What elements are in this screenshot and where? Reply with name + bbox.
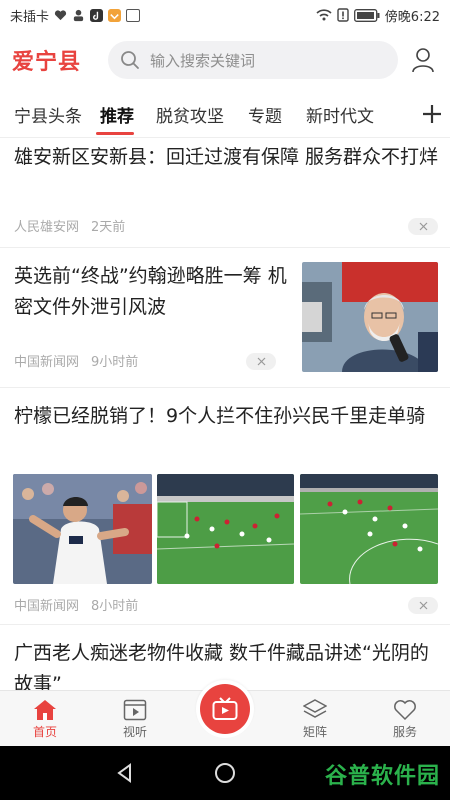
news-time: 8小时前 [91,599,139,614]
back-triangle-icon [117,763,131,783]
category-tabs: 宁县头条 推荐 脱贫攻坚 专题 新时代文 [0,92,450,138]
app-logo: 爱宁县 [12,50,82,75]
speaker-photo [302,262,438,372]
close-icon [419,601,427,610]
tv-icon [212,697,238,720]
news-meta: 中国新闻网 9小时前 [14,351,138,370]
news-source: 中国新闻网 [14,599,80,614]
news-source: 中国新闻网 [14,355,80,370]
news-thumbnail [300,474,438,584]
nav-home[interactable]: 首页 [5,691,85,747]
news-time: 2天前 [91,220,126,235]
close-icon [257,357,265,366]
heart-icon [394,699,416,720]
news-meta: 中国新闻网 8小时前 [14,595,138,614]
news-item[interactable]: 雄安新区安新县：回迁过渡有保障 服务群众不打烊 人民雄安网 2天前 [0,138,450,248]
carrier-text: 未插卡 [10,9,50,25]
user-button[interactable] [408,45,438,75]
user-icon [412,48,434,73]
search-placeholder: 输入搜索关键词 [150,51,256,70]
news-title: 柠檬已经脱销了！9个人拦不住孙兴民千里走单骑 [14,405,426,427]
home-icon [34,699,56,720]
person-icon [73,9,84,21]
battery-icon [353,8,380,22]
news-thumbnail [157,474,294,584]
sim-icon [126,8,141,22]
nav-services[interactable]: 服务 [365,691,445,747]
news-item[interactable]: 英选前“终战”约翰逊略胜一筹 机密文件外泄引风波 中国新闻网 9小时前 [0,248,450,388]
wifi-icon [316,9,332,21]
heart-rate-icon [54,9,67,20]
nav-video[interactable]: 视听 [95,691,175,747]
news-title: 雄安新区安新县：回迁过渡有保障 服务群众不打烊 [14,146,439,168]
nav-matrix[interactable]: 矩阵 [275,691,355,747]
tab-special-topics[interactable]: 专题 [224,93,282,137]
nav-label: 服务 [392,724,417,739]
system-navigation-bar: 谷普软件园 [0,746,450,800]
news-item[interactable]: 柠檬已经脱销了！9个人拦不住孙兴民千里走单骑 中国新闻网 8小时前 [0,388,450,625]
nav-label: 首页 [32,724,57,739]
player-photo [13,474,152,584]
search-input[interactable]: 输入搜索关键词 [108,41,398,79]
add-tab-button[interactable] [414,92,450,136]
news-thumbnail [13,474,152,584]
search-icon [121,51,139,69]
alert-icon [337,8,349,22]
news-meta: 人民雄安网 2天前 [14,216,125,235]
back-button[interactable] [110,758,140,788]
watermark-logo: 谷普软件园 [324,764,440,789]
nav-label: 矩阵 [302,724,327,739]
close-icon [419,222,427,231]
tab-new-era[interactable]: 新时代文 [282,93,374,137]
news-title: 英选前“终战”约翰逊略胜一筹 机密文件外泄引风波 [14,265,287,318]
tab-county-headlines[interactable]: 宁县头条 [0,93,82,137]
center-tv-button[interactable] [196,680,254,738]
clock-text: 傍晚6:22 [384,9,440,25]
news-time: 9小时前 [91,355,139,370]
nav-label: 视听 [122,724,147,739]
news-thumbnail [302,262,438,372]
tiktok-icon [90,8,104,22]
news-source: 人民雄安网 [14,220,80,235]
tab-poverty-alleviation[interactable]: 脱贫攻坚 [134,93,224,137]
plus-icon [423,105,441,123]
app-notification-icon [108,8,122,22]
home-circle-icon [215,763,235,783]
dismiss-button[interactable] [408,218,438,235]
app-header: 爱宁县 输入搜索关键词 [0,38,450,82]
status-bar: 未插卡 傍晚6:22 [0,0,450,30]
match-photo [300,474,438,584]
dismiss-button[interactable] [246,353,276,370]
tab-recommended[interactable]: 推荐 [82,93,134,137]
home-system-button[interactable] [210,758,240,788]
dismiss-button[interactable] [408,597,438,614]
video-icon [123,699,147,720]
matrix-icon [303,698,327,718]
match-photo [157,474,294,584]
